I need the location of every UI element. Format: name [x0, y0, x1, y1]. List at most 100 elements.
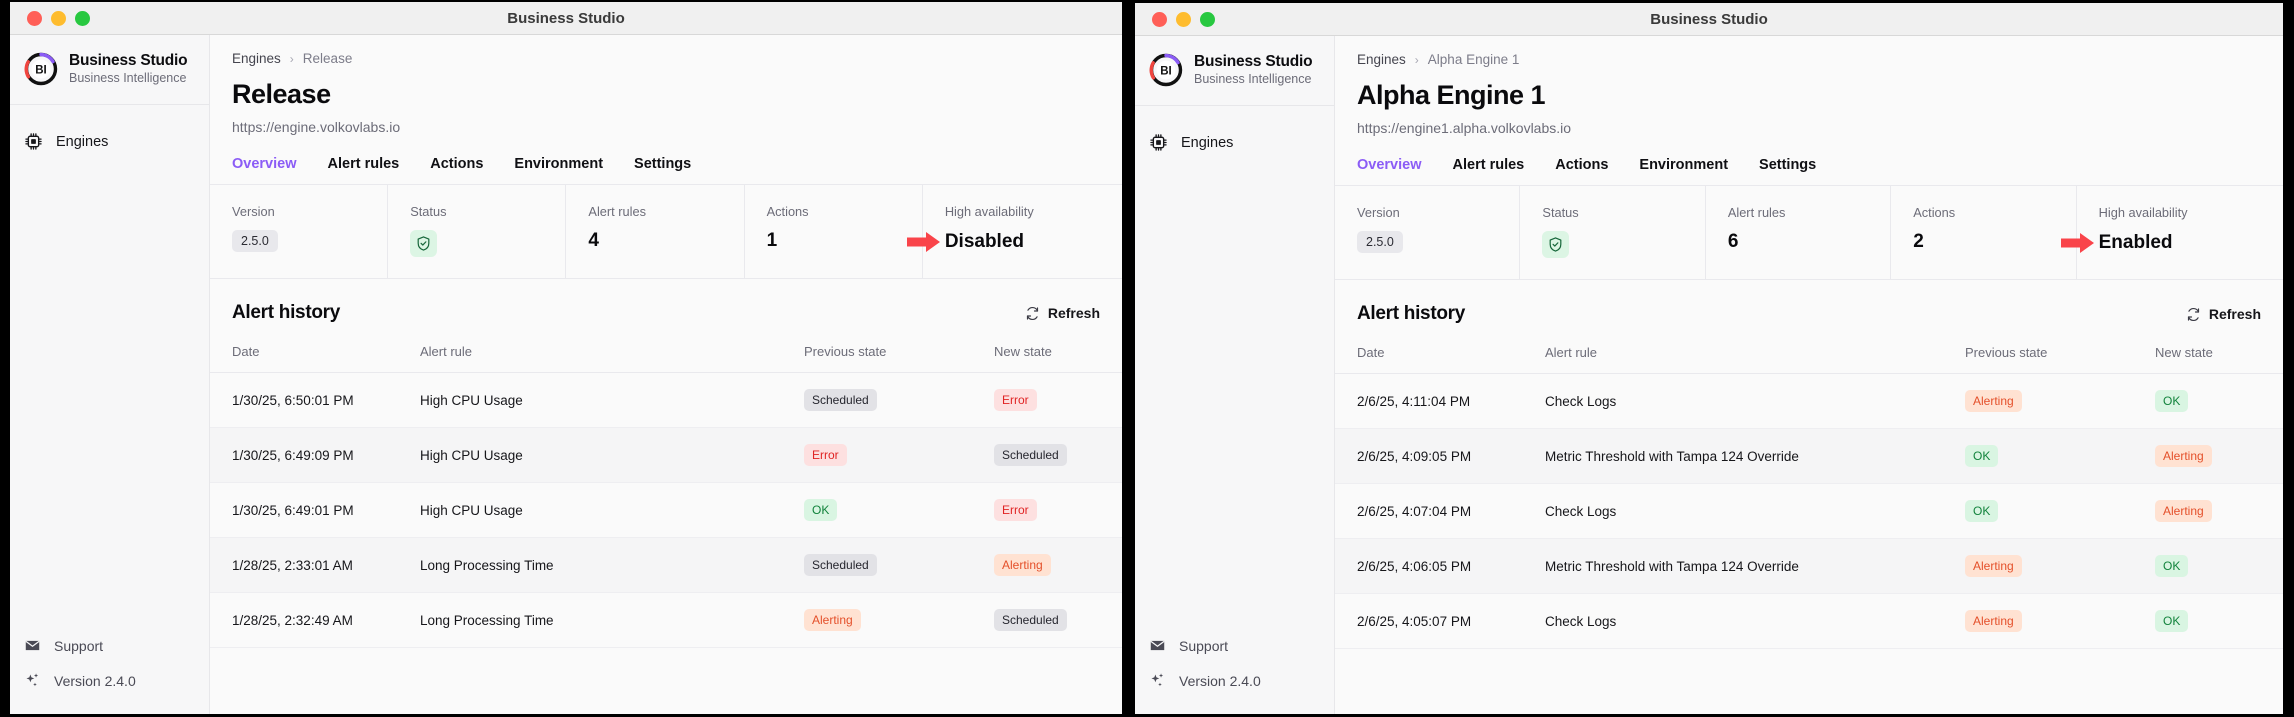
cell-previous-state: Error — [804, 427, 994, 483]
cell-previous-state: Alerting — [1965, 593, 2155, 649]
close-icon[interactable] — [1152, 11, 1167, 27]
tab-overview[interactable]: Overview — [232, 156, 297, 185]
sidebar-footer-item-version[interactable]: Version 2.4.0 — [1149, 663, 1320, 698]
envelope-icon — [25, 640, 40, 651]
brand-subtitle: Business Intelligence — [1194, 71, 1312, 86]
high-availability-value: Enabled — [2098, 232, 2173, 253]
stat-value — [1542, 231, 1704, 258]
sidebar: BI Business Studio Business Intelligence… — [10, 35, 210, 714]
state-badge-previous: Scheduled — [804, 554, 877, 576]
cell-alert-rule: Check Logs — [1545, 483, 1965, 539]
chevron-right-icon: › — [289, 51, 294, 66]
breadcrumb-root[interactable]: Engines — [1357, 52, 1406, 67]
table-row[interactable]: 1/28/25, 2:33:01 AM Long Processing Time… — [210, 537, 1122, 593]
cell-previous-state: OK — [1965, 483, 2155, 539]
sidebar-item-label: Engines — [1181, 134, 1234, 151]
cell-alert-rule: Metric Threshold with Tampa 124 Override — [1545, 428, 1965, 484]
stat-card-actions: Actions 2 — [1890, 186, 2075, 279]
cell-new-state: Error — [994, 372, 1122, 428]
table-row[interactable]: 2/6/25, 4:05:07 PM Check Logs Alerting O… — [1335, 593, 2283, 649]
table-row[interactable]: 1/30/25, 6:50:01 PM High CPU Usage Sched… — [210, 372, 1122, 428]
brand-text: Business Studio Business Intelligence — [69, 52, 188, 85]
table-row[interactable]: 2/6/25, 4:07:04 PM Check Logs OK Alertin… — [1335, 483, 2283, 539]
close-icon[interactable] — [27, 10, 42, 26]
state-badge-new: Scheduled — [994, 609, 1067, 631]
minimize-icon[interactable] — [51, 10, 66, 26]
alert-history-table: Date Alert rule Previous state New state 2/… — [1335, 345, 2283, 649]
state-badge-previous: Alerting — [1965, 390, 2022, 412]
state-badge-previous: Error — [804, 444, 847, 466]
refresh-icon — [1026, 306, 1038, 320]
alert-history-title: Alert history — [232, 302, 341, 323]
state-badge-new: Error — [994, 499, 1037, 521]
stat-value: 2 — [1913, 231, 2075, 253]
window-titlebar[interactable]: Business Studio — [10, 2, 1122, 35]
sidebar-footer-item-support[interactable]: Support — [24, 628, 195, 663]
table-header-row: Date Alert rule Previous state New state — [210, 344, 1122, 373]
refresh-button[interactable]: Refresh — [1025, 305, 1100, 321]
cell-new-state: Alerting — [2155, 483, 2283, 539]
high-availability-value: Disabled — [944, 231, 1025, 252]
breadcrumb: Engines › Alpha Engine 1 — [1335, 36, 2283, 67]
cell-new-state: Alerting — [2155, 428, 2283, 484]
tab-settings[interactable]: Settings — [1759, 157, 1816, 186]
table-row[interactable]: 2/6/25, 4:09:05 PM Metric Threshold with… — [1335, 428, 2283, 484]
table-row[interactable]: 1/30/25, 6:49:09 PM High CPU Usage Error… — [210, 427, 1122, 483]
tab-alert-rules[interactable]: Alert rules — [328, 156, 400, 185]
sidebar-footer-item-version[interactable]: Version 2.4.0 — [24, 663, 195, 698]
table-row[interactable]: 2/6/25, 4:11:04 PM Check Logs Alerting O… — [1335, 373, 2283, 429]
table-row[interactable]: 1/28/25, 2:32:49 AM Long Processing Time… — [210, 592, 1122, 648]
table-row[interactable]: 1/30/25, 6:49:01 PM High CPU Usage OK Er… — [210, 482, 1122, 538]
table-header-date: Date — [210, 344, 420, 373]
sidebar-footer-label: Support — [54, 637, 104, 654]
state-badge-previous: OK — [1965, 500, 1999, 522]
tab-environment[interactable]: Environment — [1639, 157, 1728, 186]
tab-actions[interactable]: Actions — [1555, 157, 1608, 186]
refresh-button[interactable]: Refresh — [2186, 306, 2261, 322]
table-body: 2/6/25, 4:11:04 PM Check Logs Alerting O… — [1335, 373, 2283, 649]
status-badge — [1542, 231, 1570, 258]
stat-number: 4 — [588, 230, 599, 251]
stat-value — [410, 230, 565, 257]
table-header-alert-rule: Alert rule — [420, 344, 804, 373]
stat-number: 6 — [1727, 231, 1739, 252]
breadcrumb-root[interactable]: Engines — [232, 51, 281, 66]
cell-new-state: Alerting — [994, 537, 1122, 593]
traffic-lights — [10, 10, 90, 26]
minimize-icon[interactable] — [1176, 11, 1191, 27]
main-content: Engines › Release Release https://engine… — [210, 35, 1122, 714]
sidebar-item-engines[interactable]: Engines — [10, 123, 209, 160]
state-badge-new: OK — [2155, 390, 2189, 412]
state-badge-previous: Alerting — [1965, 555, 2022, 577]
cell-new-state: Scheduled — [994, 427, 1122, 483]
app-window-left: Business Studio BI Business Studio Busin… — [10, 2, 1122, 714]
alert-history-table: Date Alert rule Previous state New state 1/… — [210, 344, 1122, 648]
tab-overview[interactable]: Overview — [1357, 157, 1422, 186]
tab-alert-rules[interactable]: Alert rules — [1453, 157, 1525, 186]
tab-environment[interactable]: Environment — [514, 156, 603, 185]
sidebar-item-engines[interactable]: Engines — [1135, 124, 1334, 161]
page-url[interactable]: https://engine1.alpha.volkovlabs.io — [1335, 111, 2283, 136]
page-title: Alpha Engine 1 — [1357, 80, 1546, 110]
stat-card-high-availability: High availability Enabled — [2060, 186, 2261, 279]
sidebar-footer-item-support[interactable]: Support — [1149, 628, 1320, 663]
red-arrow-icon — [2060, 233, 2094, 253]
maximize-icon[interactable] — [1200, 11, 1215, 27]
traffic-lights — [1135, 11, 1215, 27]
maximize-icon[interactable] — [75, 10, 90, 26]
brand-subtitle: Business Intelligence — [69, 70, 187, 85]
stats-row: Version 2.5.0 Status Alert rules 4 Actio… — [210, 185, 1122, 279]
tab-actions[interactable]: Actions — [430, 156, 483, 185]
stat-label: Status — [410, 204, 447, 219]
tab-bar: Overview Alert rules Actions Environment… — [1335, 136, 2283, 186]
brand[interactable]: BI Business Studio Business Intelligence — [1135, 36, 1334, 106]
window-titlebar[interactable]: Business Studio — [1135, 3, 2283, 36]
brand[interactable]: BI Business Studio Business Intelligence — [10, 35, 209, 105]
breadcrumb: Engines › Release — [210, 35, 1122, 66]
breadcrumb-current: Alpha Engine 1 — [1427, 52, 1520, 67]
stat-value: 1 — [767, 230, 922, 252]
page-url[interactable]: https://engine.volkovlabs.io — [210, 110, 1122, 135]
tab-settings[interactable]: Settings — [634, 156, 691, 185]
table-row[interactable]: 2/6/25, 4:06:05 PM Metric Threshold with… — [1335, 538, 2283, 594]
cell-date: 1/30/25, 6:50:01 PM — [210, 372, 420, 428]
